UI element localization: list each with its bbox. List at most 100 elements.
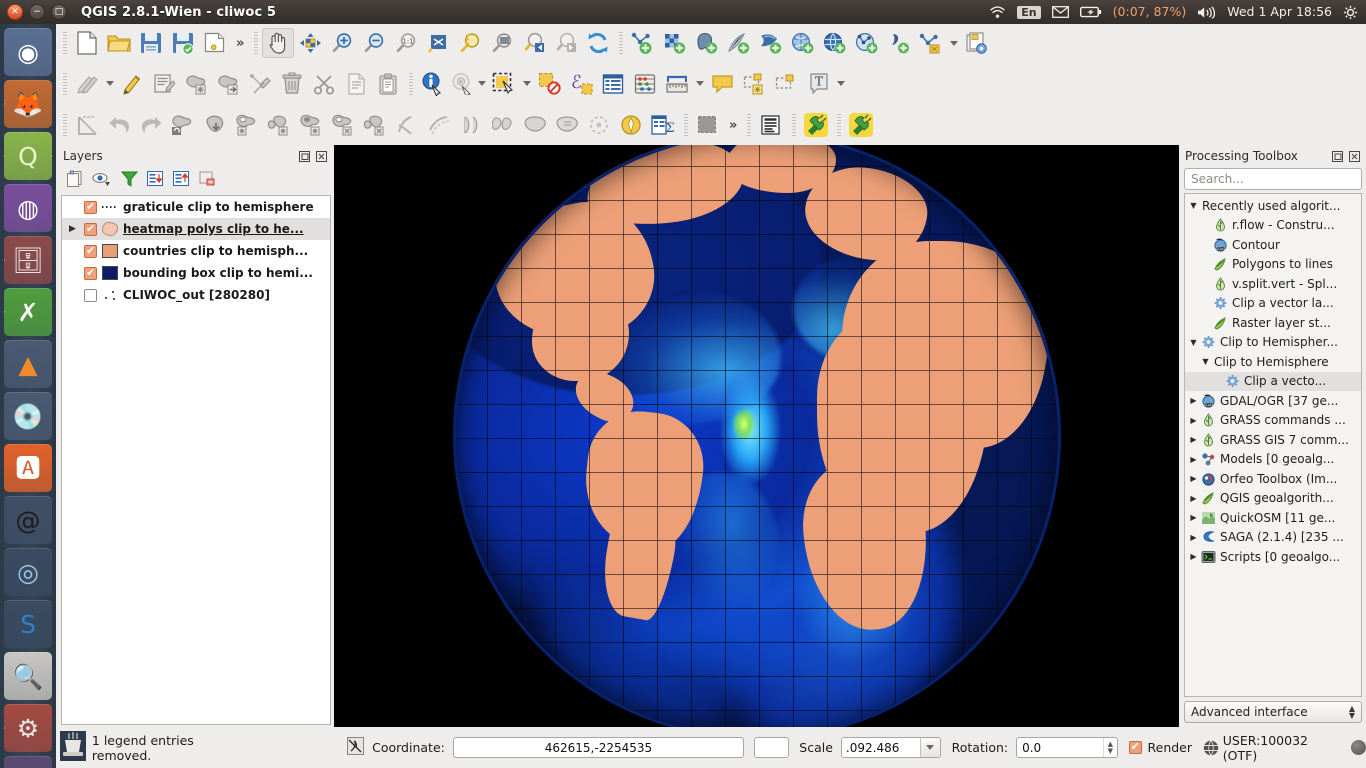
chevron-down-icon[interactable] [919, 738, 940, 757]
processing-tree-item[interactable]: ▶ Scripts [0 geoalgo... [1185, 547, 1361, 567]
launcher-item-ubuntu-dash[interactable]: ◉ [4, 28, 52, 76]
add-wfs-layer-button[interactable] [851, 28, 883, 58]
layer-row[interactable]: bounding box clip to hemi... [62, 262, 330, 284]
keyboard-layout-indicator[interactable]: En [1017, 5, 1041, 19]
launcher-item-amarok[interactable]: ◍ [4, 184, 52, 232]
show-log-messages-button[interactable] [755, 110, 787, 140]
node-tool-button[interactable] [244, 69, 276, 99]
remove-layer-icon[interactable] [199, 171, 216, 190]
pan-to-selection-button[interactable] [294, 28, 326, 58]
delete-part-button[interactable] [359, 110, 391, 140]
undock-icon[interactable] [1331, 150, 1344, 163]
save-layer-edits-button[interactable] [148, 69, 180, 99]
render-checkbox[interactable] [1128, 740, 1142, 754]
rotation-spinbox[interactable]: 0.0 ▲ ▼ [1016, 737, 1118, 758]
chevron-right-icon[interactable]: ▶ [1187, 533, 1200, 542]
chevron-right-icon[interactable]: ▶ [1187, 513, 1200, 522]
toolbar-grip[interactable] [790, 114, 798, 136]
chevron-down-icon[interactable]: ▼ [1187, 338, 1200, 347]
compass-button[interactable] [615, 110, 647, 140]
split-parts-button[interactable] [487, 110, 519, 140]
toolbar-grip[interactable] [682, 114, 689, 136]
processing-tree-item[interactable]: ▶ GRASS GIS 7 comm... [1185, 430, 1361, 450]
chevron-down-icon[interactable]: ▼ [1199, 357, 1212, 366]
chevron-right-icon[interactable]: ▶ [1187, 494, 1200, 503]
refresh-button[interactable] [582, 28, 614, 58]
chevron-right-icon[interactable]: ▶ [1187, 455, 1200, 464]
cut-features-button[interactable] [308, 69, 340, 99]
delete-ring-button[interactable] [327, 110, 359, 140]
launcher-item-dvd-player[interactable]: 💿 [4, 392, 52, 440]
add-part-button[interactable] [263, 110, 295, 140]
layer-visibility-checkbox[interactable] [84, 266, 97, 280]
launcher-item-firefox[interactable]: 🦊 [4, 80, 52, 128]
move-feature-button[interactable] [212, 69, 244, 99]
processing-tree-item[interactable]: GDAL Contour [1185, 235, 1361, 255]
zoom-1to1-button[interactable]: 1:1 [390, 28, 422, 58]
chevron-down-icon[interactable] [693, 69, 706, 99]
fill-ring-button[interactable] [295, 110, 327, 140]
layer-row[interactable]: CLIWOC_out [280280] [62, 284, 330, 306]
open-attribute-table-button[interactable] [597, 69, 629, 99]
panel-overflow-button[interactable]: » [724, 118, 742, 133]
processing-tree-item[interactable]: Clip a vector la... [1185, 294, 1361, 314]
enable-snapping-button[interactable] [71, 110, 103, 140]
undo-button[interactable] [103, 110, 135, 140]
processing-tree-item[interactable]: ▶ Models [0 geoalg... [1185, 450, 1361, 470]
spinner-arrows-icon[interactable]: ▲ ▼ [1102, 738, 1117, 757]
rotate-point-symbols-button[interactable] [583, 110, 615, 140]
chevron-right-icon[interactable]: ▶ [1187, 552, 1200, 561]
processing-tree-item[interactable]: ▶ QuickOSM [11 ge... [1185, 508, 1361, 528]
eye-icon[interactable] [92, 171, 112, 190]
expand-all-icon[interactable] [147, 170, 164, 190]
layers-list[interactable]: graticule clip to hemisphere ▶ heatmap pol… [61, 195, 331, 725]
reshape-features-button[interactable] [391, 110, 423, 140]
current-edits-button[interactable] [71, 69, 103, 99]
chevron-right-icon[interactable]: ▶ [1187, 474, 1200, 483]
python-console-button[interactable] [845, 110, 877, 140]
layer-visibility-checkbox[interactable] [84, 244, 97, 258]
mail-icon[interactable] [1051, 6, 1069, 18]
add-spatialite-layer-button[interactable] [723, 28, 755, 58]
add-raster-layer-button[interactable] [659, 28, 691, 58]
move-annotation-button[interactable] [770, 69, 802, 99]
chevron-right-icon[interactable]: ▶ [1187, 435, 1200, 444]
coordinate-field[interactable]: 462615,-2254535 [452, 737, 745, 758]
add-group-icon[interactable] [66, 170, 83, 190]
toolbar-grip[interactable] [61, 114, 68, 136]
redo-button[interactable] [135, 110, 167, 140]
show-overview-button[interactable] [692, 110, 724, 140]
processing-tree-item[interactable]: ▼ Recently used algorit... [1185, 196, 1361, 216]
processing-tree-item[interactable]: r.flow - Constru... [1185, 216, 1361, 236]
zoom-in-button[interactable] [326, 28, 358, 58]
launcher-item-ubuntu-software[interactable]: 🅰 [4, 444, 52, 492]
identify-features-button[interactable] [417, 69, 449, 99]
toolbar-grip[interactable] [617, 32, 625, 54]
processing-tree-item[interactable]: Raster layer st... [1185, 313, 1361, 333]
chevron-down-icon[interactable] [947, 28, 960, 58]
add-ring-button[interactable] [231, 110, 263, 140]
map-canvas[interactable] [334, 145, 1179, 727]
expand-arrow-icon[interactable]: ▶ [66, 224, 79, 234]
processing-tree-item[interactable]: v.split.vert - Spl... [1185, 274, 1361, 294]
processing-tree-item[interactable]: ▶ SAGA (2.1.4) [235 ... [1185, 528, 1361, 548]
launcher-item-xmind[interactable]: ✗ [4, 288, 52, 336]
launcher-item-system-settings[interactable]: ⚙ [4, 704, 52, 752]
launcher-item-saga-gis[interactable]: S [4, 600, 52, 648]
add-vector-layer-button[interactable] [627, 28, 659, 58]
split-features-button[interactable] [455, 110, 487, 140]
processing-tree-item[interactable]: ▼ Clip to Hemisphere [1185, 352, 1361, 372]
processing-tree-item[interactable]: Polygons to lines [1185, 255, 1361, 275]
map-tips-button[interactable] [706, 69, 738, 99]
run-feature-action-button[interactable] [449, 69, 475, 99]
new-annotation-button[interactable] [738, 69, 770, 99]
save-project-as-button[interactable] [167, 28, 199, 58]
add-mssql-layer-button[interactable] [755, 28, 787, 58]
layer-visibility-checkbox[interactable] [84, 222, 97, 236]
launcher-item-vlc[interactable]: ▲ [4, 340, 52, 388]
toolbar-grip[interactable] [61, 72, 68, 95]
layer-visibility-checkbox[interactable] [84, 200, 97, 214]
text-annotation-button[interactable]: T [802, 69, 834, 99]
funnel-filter-icon[interactable] [120, 171, 139, 190]
simplify-feature-button[interactable] [199, 110, 231, 140]
